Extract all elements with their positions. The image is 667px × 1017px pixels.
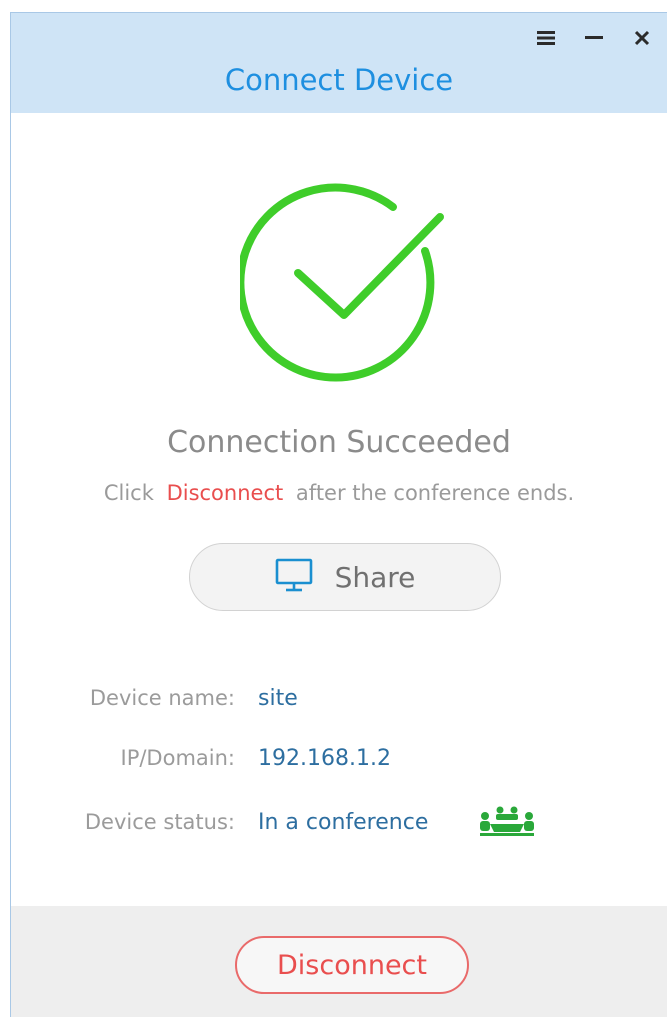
connect-device-window: Connect Device Connection Succeeded Clic… xyxy=(10,12,667,1017)
connection-status-title: Connection Succeeded xyxy=(167,425,511,460)
hint-prefix: Click xyxy=(103,481,154,505)
disconnect-hint: Click Disconnect after the conference en… xyxy=(11,481,667,505)
share-button[interactable]: Share xyxy=(189,543,501,611)
window-controls xyxy=(535,27,653,49)
device-name-label: Device name: xyxy=(89,686,235,710)
conference-icon xyxy=(476,804,538,840)
ip-domain-value: 192.168.1.2 xyxy=(258,745,391,771)
device-status-row: Device status: In a conference xyxy=(11,805,538,839)
device-name-row: Device name: site xyxy=(11,681,298,715)
ip-domain-label: IP/Domain: xyxy=(120,746,236,770)
title-bar: Connect Device xyxy=(11,13,667,113)
device-name-value: site xyxy=(258,685,298,711)
minimize-icon[interactable] xyxy=(583,27,605,49)
hint-disconnect-text: Disconnect xyxy=(166,481,284,505)
checkmark-circle-icon xyxy=(236,183,450,393)
ip-domain-row: IP/Domain: 192.168.1.2 xyxy=(11,741,391,775)
share-button-label: Share xyxy=(334,560,416,594)
device-status-value: In a conference xyxy=(258,809,429,835)
monitor-icon xyxy=(275,558,313,596)
footer-bar: Disconnect xyxy=(11,906,667,1017)
disconnect-button[interactable]: Disconnect xyxy=(235,936,469,994)
menu-icon[interactable] xyxy=(535,27,557,49)
hint-suffix: after the conference ends. xyxy=(295,481,575,505)
device-status-label: Device status: xyxy=(84,810,235,834)
window-title: Connect Device xyxy=(224,63,454,97)
close-icon[interactable] xyxy=(631,27,653,49)
